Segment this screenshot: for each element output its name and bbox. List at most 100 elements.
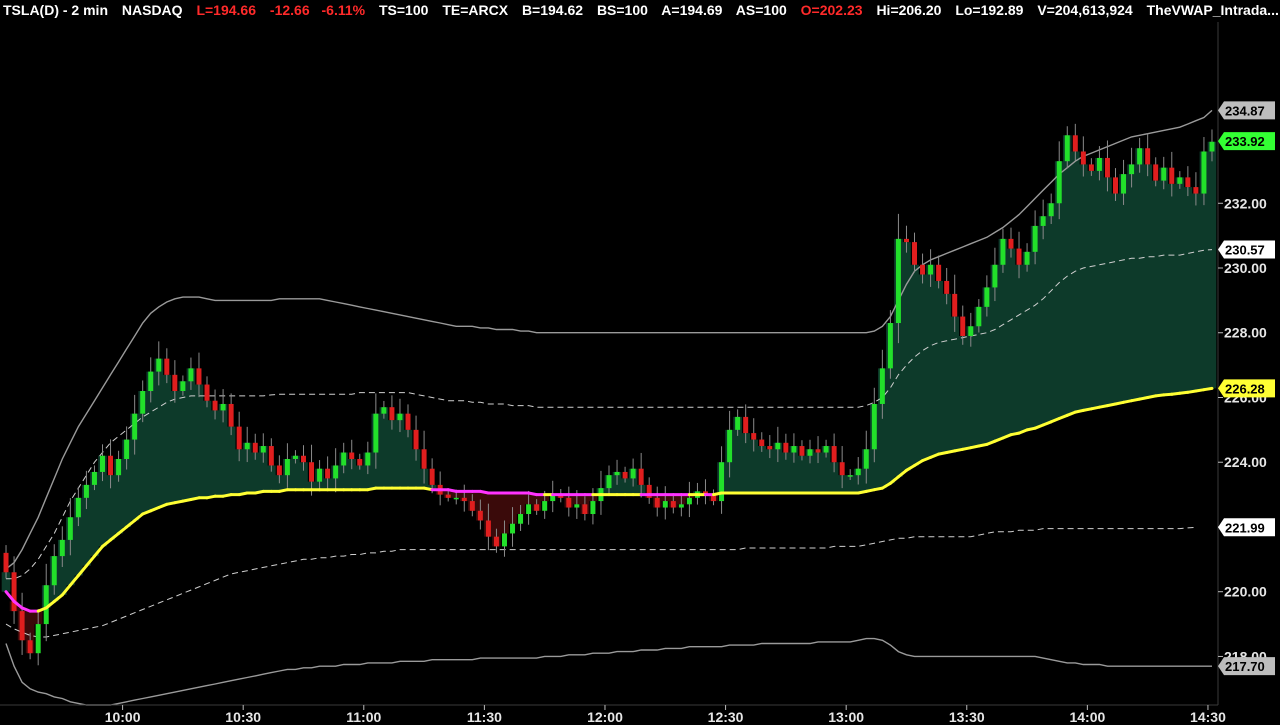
price-tag-label: 217.70 — [1225, 659, 1265, 674]
price-tag-inner: 221.99 — [1218, 518, 1275, 537]
candle-body — [952, 293, 958, 317]
candle-body — [27, 640, 33, 654]
candle-body — [196, 368, 202, 385]
candle-body — [3, 552, 9, 573]
x-tick-label: 11:30 — [467, 709, 502, 725]
candle-body — [108, 455, 114, 476]
candle-body — [341, 452, 347, 466]
candle-body — [992, 264, 998, 288]
candle-body — [638, 468, 644, 485]
candle-body — [1072, 135, 1078, 152]
x-tick-label: 12:30 — [708, 709, 744, 725]
header-change-pct: -6.11% — [322, 2, 366, 18]
candle-body — [1113, 177, 1118, 194]
candle-body — [132, 413, 138, 440]
candle-body — [1209, 141, 1215, 152]
candle-body — [526, 504, 532, 515]
candle-body — [775, 442, 781, 450]
header-ask-size: AS=100 — [736, 2, 787, 18]
candle-body — [461, 497, 467, 502]
candle-body — [1016, 248, 1022, 265]
candle-body — [333, 465, 339, 479]
candle-body — [944, 280, 950, 294]
x-tick-label: 10:00 — [105, 709, 141, 725]
candle-body — [767, 446, 773, 450]
candle-body — [124, 439, 130, 459]
candle-body — [606, 475, 612, 489]
candle-body — [91, 471, 97, 485]
candle-body — [831, 446, 837, 463]
y-tick-label: 228.00 — [1224, 325, 1267, 341]
candle-body — [1104, 157, 1110, 178]
candle-body — [373, 413, 379, 453]
candle-body — [727, 429, 733, 463]
x-tick-label: 14:00 — [1069, 709, 1105, 725]
candle-body — [156, 358, 162, 372]
price-tag-last: 233.92 — [1218, 132, 1275, 151]
candle-body — [1008, 238, 1014, 249]
y-tick-label: 232.00 — [1224, 195, 1267, 211]
candle-body — [292, 455, 298, 459]
candle-body — [228, 403, 234, 427]
candle-body — [590, 501, 596, 515]
header-volume: V=204,613,924 — [1037, 2, 1133, 18]
candle-body — [614, 471, 620, 476]
candle-body — [574, 504, 580, 508]
candle-body — [895, 238, 901, 324]
candle-body — [920, 264, 926, 275]
price-chart[interactable]: 218.00220.00222.00224.00226.00228.00230.… — [0, 0, 1280, 725]
candle-body — [968, 326, 974, 336]
candle-body — [485, 520, 491, 537]
header-bid-size: BS=100 — [597, 2, 648, 18]
candle-body — [863, 449, 869, 469]
candle-body — [389, 407, 395, 421]
candle-body — [662, 501, 668, 508]
candle-body — [1121, 174, 1127, 194]
candle-body — [357, 458, 363, 466]
candle-body — [453, 497, 459, 500]
price-tag-label: 230.57 — [1225, 243, 1265, 258]
candle-body — [847, 475, 853, 477]
candle-body — [1064, 135, 1070, 162]
candle-body — [140, 391, 146, 414]
candle-body — [1153, 164, 1159, 181]
candle-body — [67, 517, 73, 540]
candle-body — [670, 501, 676, 508]
candle-body — [799, 446, 805, 456]
candle-body — [260, 446, 266, 453]
candle-body — [960, 316, 966, 336]
candle-body — [1096, 157, 1102, 171]
candle-body — [1193, 187, 1199, 194]
candle-body — [815, 449, 821, 453]
candle-body — [823, 446, 829, 453]
candle-body — [300, 455, 306, 463]
candle-body — [397, 413, 403, 421]
y-tick-label: 230.00 — [1224, 260, 1267, 276]
candle-body — [180, 381, 186, 392]
price-tag-label: 221.99 — [1225, 520, 1265, 535]
vwap-segment — [1202, 386, 1214, 392]
y-tick-label: 224.00 — [1224, 454, 1267, 470]
candle-body — [421, 449, 427, 469]
candle-body — [429, 468, 435, 485]
candle-body — [534, 504, 540, 511]
candle-body — [582, 504, 588, 515]
candle-body — [276, 465, 282, 476]
candle-body — [759, 439, 765, 447]
candle-body — [751, 433, 757, 440]
candle-body — [743, 416, 749, 434]
price-tag-vwap: 226.28 — [1218, 379, 1275, 398]
x-tick-label: 14:30 — [1190, 709, 1226, 725]
candle-body — [1129, 164, 1135, 175]
header-exchange: NASDAQ — [122, 2, 183, 18]
candle-body — [976, 306, 982, 327]
candle-body — [542, 501, 548, 511]
price-tag-label: 226.28 — [1225, 381, 1265, 396]
candle-body — [783, 442, 789, 453]
candle-body — [236, 426, 242, 450]
candle-body — [1024, 251, 1030, 265]
candle-body — [1201, 151, 1207, 194]
candle-body — [51, 556, 57, 586]
candle-body — [59, 539, 65, 557]
header-ask: A=194.69 — [661, 2, 722, 18]
